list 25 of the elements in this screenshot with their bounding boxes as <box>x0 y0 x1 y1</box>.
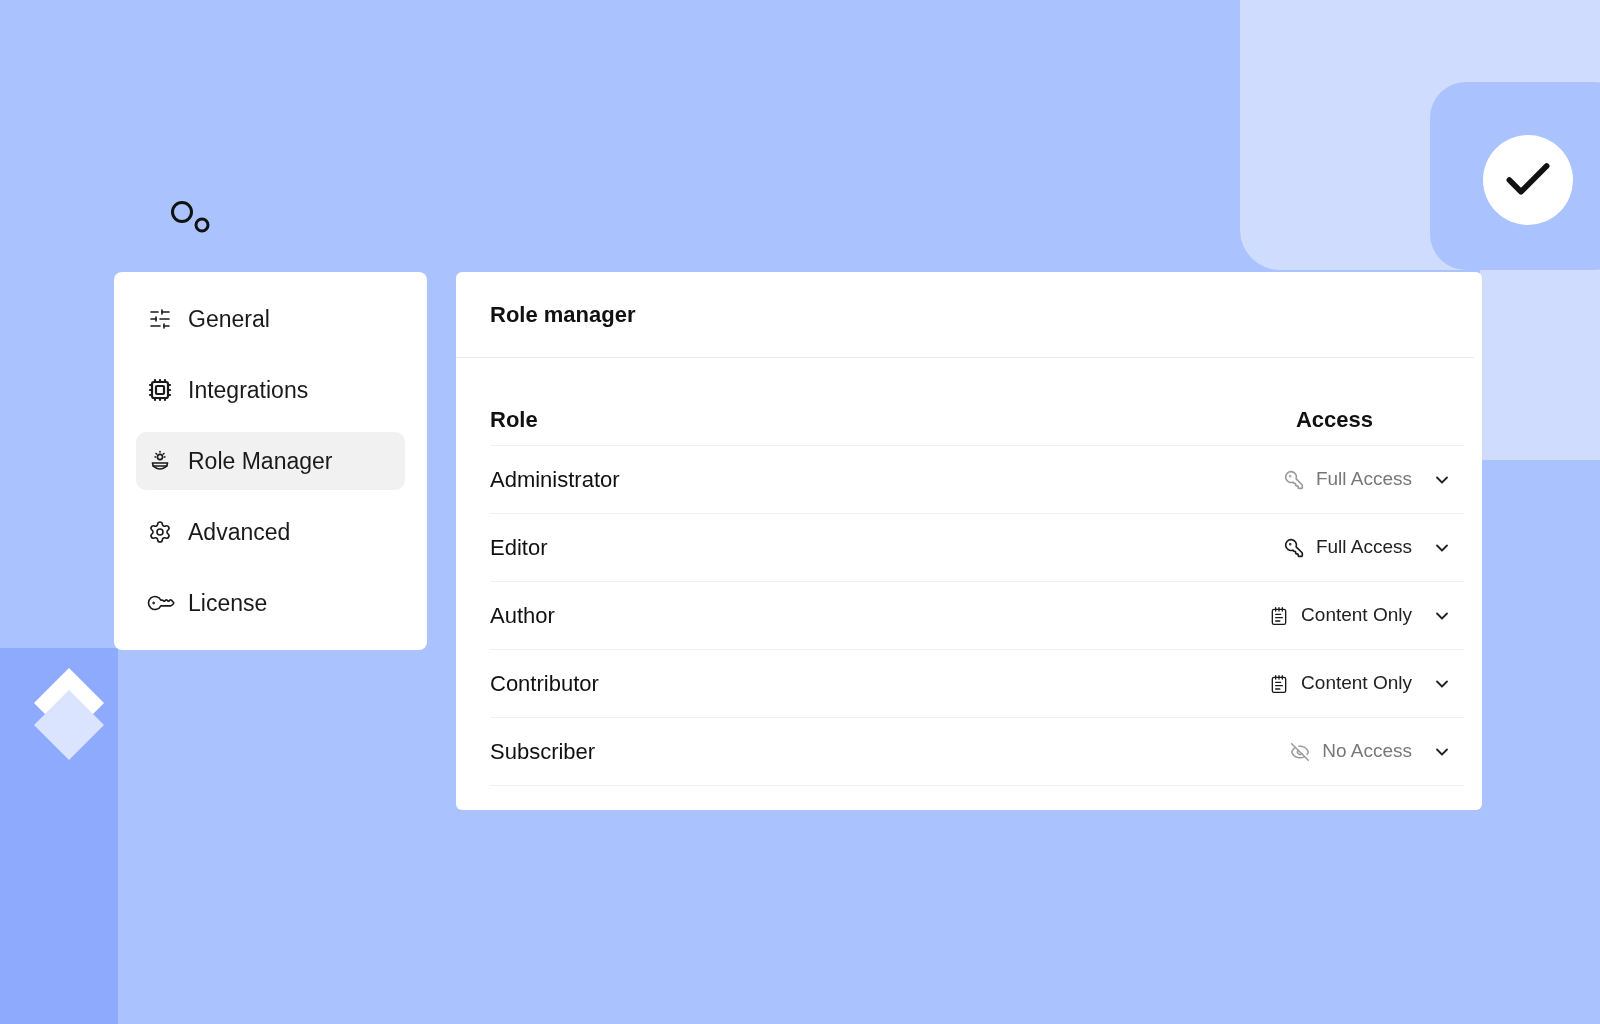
role-name: Editor <box>490 534 548 562</box>
settings-icon <box>148 520 172 544</box>
sidebar-item[interactable]: Role Manager <box>136 432 405 490</box>
sidebar-item[interactable]: Advanced <box>136 503 405 561</box>
role-name: Author <box>490 602 555 630</box>
role-name: Subscriber <box>490 738 596 766</box>
column-header: Access <box>1295 406 1373 434</box>
access-dropdown[interactable]: Content Only <box>1269 601 1464 630</box>
access-dropdown[interactable]: No Access <box>1290 737 1464 766</box>
access-dropdown[interactable]: Full Access <box>1283 533 1464 562</box>
sidebar-item[interactable]: License <box>136 574 405 632</box>
column-header: Role <box>490 406 538 434</box>
access-dropdown[interactable]: Content Only <box>1269 669 1464 698</box>
eye-off-icon <box>1290 741 1311 762</box>
sidebar-item[interactable]: Integrations <box>136 361 405 419</box>
card-title: Role manager <box>490 301 636 329</box>
sliders-icon <box>148 307 172 331</box>
key-icon <box>1283 537 1304 558</box>
chip-icon <box>148 378 172 402</box>
role-name: Contributor <box>490 670 599 698</box>
sidebar-item[interactable]: General <box>136 290 405 348</box>
diamond-icon <box>34 668 104 760</box>
access-dropdown[interactable]: Full Access <box>1283 465 1464 494</box>
key-icon <box>1283 469 1304 490</box>
role-name: Administrator <box>490 466 620 494</box>
